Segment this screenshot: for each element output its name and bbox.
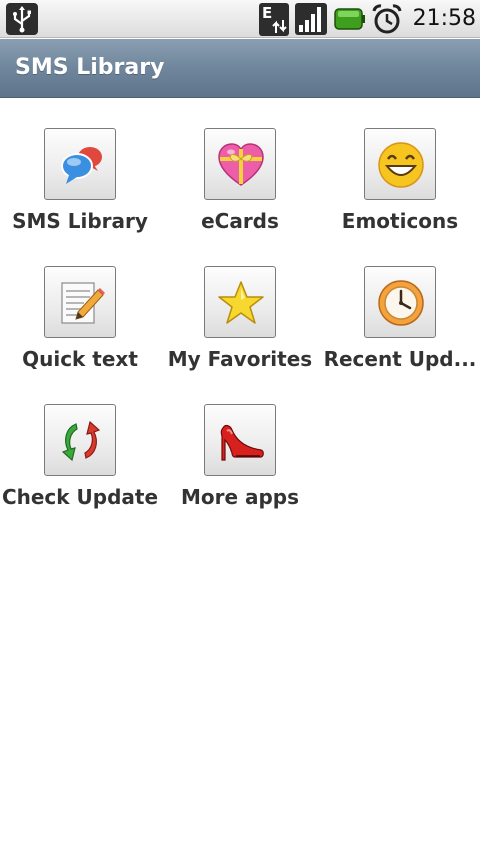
menu-item-label: SMS Library [12,209,148,233]
title-bar: SMS Library [0,39,480,98]
menu-item-ecards[interactable]: eCards [160,128,320,258]
battery-icon [334,6,366,32]
network-type-label: E [262,4,272,22]
menu-item-label: My Favorites [167,347,313,371]
refresh-arrows-icon [44,404,116,476]
menu-item-sms-library[interactable]: SMS Library [0,128,160,258]
alarm-icon [371,3,403,35]
menu-item-quick-text[interactable]: Quick text [0,266,160,396]
gift-heart-icon [204,128,276,200]
usb-icon [6,3,38,35]
signal-icon [295,3,327,35]
clock-icon [364,266,436,338]
menu-item-label: More apps [180,485,300,509]
speech-bubbles-icon [44,128,116,200]
menu-item-label: eCards [201,209,279,233]
data-network-icon: E [259,3,289,36]
menu-item-more-apps[interactable]: More apps [160,404,320,534]
menu-item-check-update[interactable]: Check Update [0,404,160,534]
status-bar: E 21:58 [0,0,480,38]
page-title: SMS Library [15,55,165,80]
menu-item-emoticons[interactable]: Emoticons [320,128,480,258]
menu-item-label: Check Update [1,485,159,509]
notepad-pencil-icon [44,266,116,338]
clock-time: 21:58 [412,6,476,31]
menu-item-label: Recent Upd... [323,347,477,371]
menu-item-my-favorites[interactable]: My Favorites [160,266,320,396]
menu-item-recent-updates[interactable]: Recent Upd... [320,266,480,396]
menu-item-label: Emoticons [341,209,459,233]
smiley-icon [364,128,436,200]
high-heel-icon [204,404,276,476]
star-icon [204,266,276,338]
menu-item-label: Quick text [22,347,138,371]
